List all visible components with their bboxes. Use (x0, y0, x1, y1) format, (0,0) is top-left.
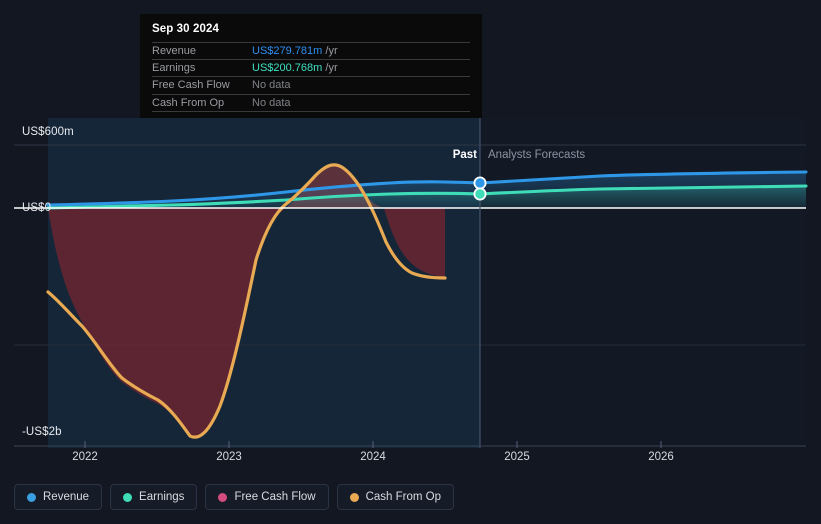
y-axis-label-neg2b: -US$2b (22, 426, 62, 438)
past-region-label: Past (452, 149, 477, 161)
tooltip-row-value: US$200.768m /yr (252, 62, 338, 74)
tooltip-row: Cash From Op No data (152, 93, 470, 111)
tooltip-row: Free Cash Flow No data (152, 76, 470, 93)
legend-color-dot-icon (27, 492, 36, 502)
tooltip-row-amount: US$279.781m (252, 45, 323, 58)
tooltip-row-label: Revenue (152, 45, 197, 58)
tooltip-row: Earnings US$200.768m /yr (152, 59, 470, 76)
tooltip-rows: Revenue US$279.781m /yr Earnings US$200.768… (152, 42, 470, 111)
legend-item-free-cash-flow[interactable]: Free Cash Flow (205, 484, 329, 510)
financial-chart-widget: US$600m US$0 -US$2b 2022 2023 2024 2025 … (0, 0, 821, 524)
y-axis-label-600m: US$600m (22, 126, 74, 138)
y-axis-label-zero: US$0 (22, 202, 52, 214)
x-axis-label-2025: 2025 (504, 451, 530, 463)
x-axis-label-2022: 2022 (72, 451, 98, 463)
legend-item-label: Earnings (139, 491, 185, 503)
earnings-data-marker (473, 187, 487, 201)
forecast-region-label: Analysts Forecasts (488, 149, 586, 161)
tooltip-row-label: Free Cash Flow (152, 79, 230, 92)
legend-item-label: Revenue (43, 491, 90, 503)
legend-item-revenue[interactable]: Revenue (14, 484, 103, 510)
tooltip-row-value: No data (252, 79, 291, 91)
tooltip-row-label: Cash From Op (152, 96, 225, 109)
revenue-data-marker (473, 176, 487, 190)
legend-item-earnings[interactable]: Earnings (110, 484, 198, 510)
forecast-region-shading (480, 118, 806, 448)
x-axis-label-2024: 2024 (360, 451, 386, 463)
tooltip-row-amount: No data (252, 79, 291, 92)
chart-legend: Revenue Earnings Free Cash Flow Cash From O… (14, 484, 455, 510)
legend-item-label: Free Cash Flow (234, 491, 316, 503)
x-axis-label-2026: 2026 (648, 451, 674, 463)
legend-color-dot-icon (349, 492, 359, 502)
x-axis-label-2023: 2023 (216, 451, 242, 463)
legend-item-cash-from-op[interactable]: Cash From Op (336, 484, 455, 510)
tooltip-row-amount: No data (252, 96, 291, 109)
tooltip-row-value: US$279.781m /yr (252, 45, 338, 57)
tooltip-bottom-divider (152, 110, 470, 112)
legend-color-dot-icon (123, 492, 133, 502)
tooltip-row-unit: /yr (322, 45, 338, 58)
tooltip-row-label: Earnings (152, 62, 196, 75)
legend-item-label: Cash From Op (365, 491, 442, 503)
tooltip-row-unit: /yr (322, 62, 338, 75)
tooltip-row-value: No data (252, 97, 291, 109)
legend-color-dot-icon (218, 492, 228, 502)
tooltip-date: Sep 30 2024 (152, 23, 219, 35)
tooltip-row-amount: US$200.768m (252, 62, 323, 75)
chart-tooltip: Sep 30 2024 Revenue US$279.781m /yr Earnin… (140, 14, 482, 118)
tooltip-row: Revenue US$279.781m /yr (152, 42, 470, 59)
